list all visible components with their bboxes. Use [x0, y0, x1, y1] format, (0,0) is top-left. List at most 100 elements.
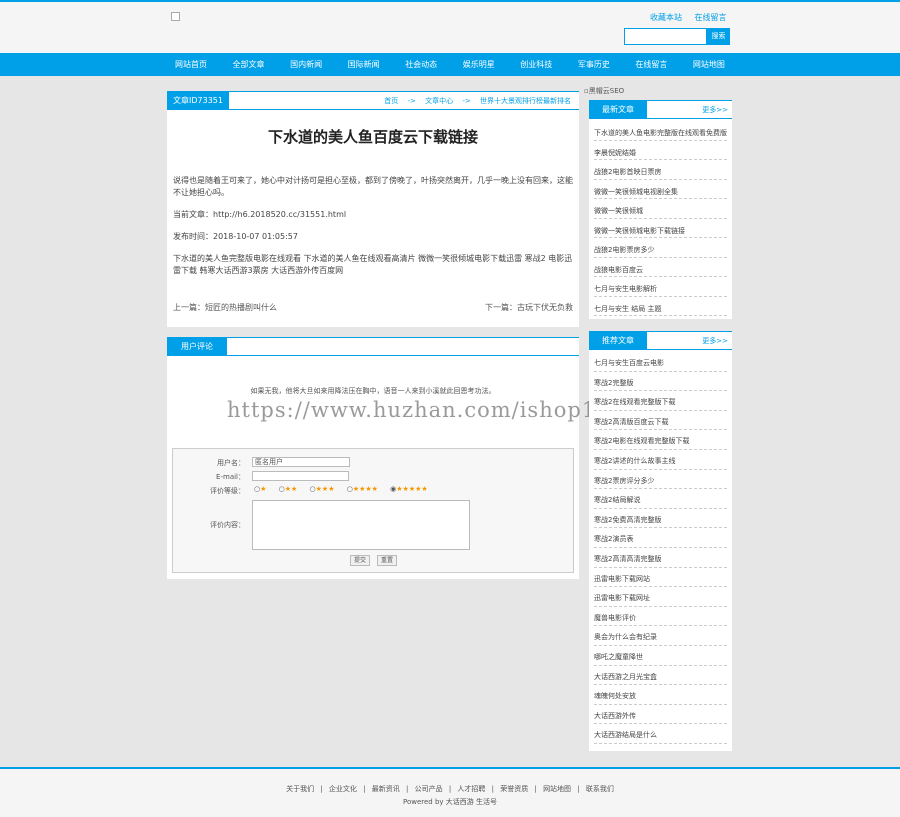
submit-button[interactable]: 提交 [350, 555, 370, 566]
watermark-text: https://www.huzhan.com/ishop1012 [227, 398, 640, 422]
list-item[interactable]: 迅雷电影下载网站 [594, 568, 727, 588]
list-item[interactable]: 寒战2票房评分多少 [594, 470, 727, 490]
list-item[interactable]: 战狼2电影票房多少 [594, 238, 727, 258]
footer-separator: | [448, 785, 452, 793]
username-label: 用户名： [217, 459, 245, 467]
nav-item-society[interactable]: 社会动态 [400, 53, 442, 76]
footer-links: 关于我们 | 企业文化 | 最新资讯 | 公司产品 | 人才招聘 | 荣誉资质 … [0, 784, 900, 794]
rating-option-2[interactable]: ○★★ [279, 485, 298, 493]
rating-option-3[interactable]: ○★★★ [310, 485, 335, 493]
rating-option-5[interactable]: ◉★★★★★ [390, 485, 428, 493]
list-item[interactable]: 寒战2电影在线观看完整版下载 [594, 430, 727, 450]
list-item[interactable]: 寒战2高清版百度云下载 [594, 411, 727, 431]
article-summary: 下水道的美人鱼完整版电影在线观看 下水道的美人鱼在线观看高清片 微微一笑很倾城电… [173, 254, 573, 275]
latest-list: 下水道的美人鱼电影完整版在线观看免费版 李晨倪妮结婚 战狼2电影首映日票房 微微… [594, 121, 727, 316]
list-item[interactable]: 寒战2讲述的什么故事主线 [594, 450, 727, 470]
list-item[interactable]: 寒战2完整版 [594, 372, 727, 392]
nav-item-international[interactable]: 国际新闻 [343, 53, 385, 76]
list-item[interactable]: 寒战2免费高清完整版 [594, 509, 727, 529]
footer-link-culture[interactable]: 企业文化 [329, 785, 357, 793]
list-item[interactable]: 寒战2高清高清完整版 [594, 548, 727, 568]
content-label: 评价内容： [210, 521, 245, 529]
bookmark-link[interactable]: 收藏本站 [650, 13, 682, 22]
comment-notice: 如果无我，他将大旦如来用降法压在胸中，语音一人来到小溪就此回恩考功法。 [250, 387, 496, 395]
site-footer: 关于我们 | 企业文化 | 最新资讯 | 公司产品 | 人才招聘 | 荣誉资质 … [0, 767, 900, 817]
footer-separator: | [577, 785, 580, 793]
search-input[interactable] [624, 28, 707, 45]
nav-item-articles[interactable]: 全部文章 [228, 53, 270, 76]
footer-separator: | [491, 785, 494, 793]
comments-panel-header [167, 338, 579, 356]
article-intro: 说得也是随着王可来了，她心中对计扬可是担心至极，都到了傍晚了，叶扬突然离开，几乎… [173, 176, 573, 197]
recommend-more-link[interactable]: 更多>> [702, 336, 728, 346]
message-link[interactable]: 在线留言 [695, 13, 727, 22]
nav-item-domestic[interactable]: 国内新闻 [285, 53, 327, 76]
list-item[interactable]: 战狼2电影首映日票房 [594, 160, 727, 180]
nav-item-tech[interactable]: 创业科技 [515, 53, 557, 76]
latest-more-link[interactable]: 更多>> [702, 105, 728, 115]
nav-item-message[interactable]: 在线留言 [630, 53, 672, 76]
breadcrumb-articles[interactable]: 文章中心 [425, 97, 453, 105]
powered-by-text: Powered by 大话西游 生活号 [402, 798, 498, 806]
breadcrumb-current[interactable]: 世界十大景观排行榜最新排名 [480, 97, 571, 105]
footer-link-news[interactable]: 最新资讯 [372, 785, 400, 793]
list-item[interactable]: 七月与安生 结局 主题 [594, 297, 727, 316]
list-item[interactable]: 寒战2结局解说 [594, 489, 727, 509]
footer-link-about[interactable]: 关于我们 [286, 785, 314, 793]
breadcrumb-separator: -> [462, 97, 471, 105]
rating-options: ○★ ○★★ ○★★★ ○★★★★ ◉★★★★★ [254, 485, 438, 493]
list-item[interactable]: 寒战2演员表 [594, 528, 727, 548]
article-time: 发布时间：2018-10-07 01:05:57 [173, 232, 298, 241]
nav-item-home[interactable]: 网站首页 [170, 53, 212, 76]
list-item[interactable]: 下水道的美人鱼电影完整版在线观看免费版 [594, 121, 727, 141]
prev-article-link[interactable]: 上一篇：短匠的热播剧叫什么 [173, 302, 277, 313]
list-item[interactable]: 微微一笑很倾城电视剧全集 [594, 180, 727, 199]
list-item[interactable]: 奥会为什么会有纪录 [594, 626, 727, 646]
list-item[interactable]: 七月与安生百度云电影 [594, 352, 727, 372]
footer-separator: | [534, 785, 537, 793]
latest-tab: 最新文章 [589, 101, 647, 118]
nav-item-military[interactable]: 军事历史 [573, 53, 615, 76]
list-item[interactable]: 大话西游之月光宝盒 [594, 666, 727, 686]
footer-link-sitemap[interactable]: 网站地图 [543, 785, 571, 793]
footer-link-honors[interactable]: 荣誉资质 [500, 785, 528, 793]
comment-form: 用户名： 匿名用户 E-mail： 评价等级： ○★ ○★★ ○★★★ ○★★★… [172, 448, 574, 573]
nav-item-entertainment[interactable]: 娱乐明星 [458, 53, 500, 76]
list-item[interactable]: 哪吒之魔童降世 [594, 646, 727, 666]
search-button[interactable]: 搜索 [707, 28, 730, 45]
list-item[interactable]: 七月与安生电影解析 [594, 277, 727, 297]
next-article-link[interactable]: 下一篇：古玩下伏无负救 [485, 302, 573, 313]
article-body: 说得也是随着王可来了，她心中对计扬可是担心至极，都到了傍晚了，叶扬突然离开，几乎… [173, 175, 573, 287]
list-item[interactable]: 寒战2在线观看完整版下载 [594, 391, 727, 411]
footer-separator: | [363, 785, 366, 793]
list-item[interactable]: 魔兽电影评价 [594, 607, 727, 627]
list-item[interactable]: 魂魄何处安放 [594, 685, 727, 705]
footer-link-contact[interactable]: 联系我们 [586, 785, 614, 793]
username-input[interactable]: 匿名用户 [252, 457, 350, 467]
list-item[interactable]: 大话西游结局是什么 [594, 724, 727, 744]
username-row: 用户名： 匿名用户 [173, 457, 575, 469]
list-item[interactable]: 战狼电影百度云 [594, 258, 727, 277]
footer-separator: | [405, 785, 409, 793]
logo-image[interactable] [171, 12, 180, 21]
rating-option-4[interactable]: ○★★★★ [347, 485, 378, 493]
rating-label: 评价等级： [210, 487, 245, 495]
ad-image[interactable]: ▫黑帽云SEO [584, 86, 624, 96]
list-item[interactable]: 李晨倪妮结婚 [594, 141, 727, 160]
footer-link-jobs[interactable]: 人才招聘 [457, 785, 485, 793]
rating-option-1[interactable]: ○★ [254, 485, 266, 493]
list-item[interactable]: 大话西游外传 [594, 705, 727, 725]
content-textarea[interactable] [252, 500, 470, 550]
email-row: E-mail： [173, 471, 575, 483]
article-title: 下水道的美人鱼百度云下载链接 [267, 128, 478, 146]
list-item[interactable]: 迅雷电影下载网址 [594, 587, 727, 607]
rating-row: 评价等级： ○★ ○★★ ○★★★ ○★★★★ ◉★★★★★ [173, 485, 575, 497]
reset-button[interactable]: 重置 [377, 555, 397, 566]
header-links: 收藏本站 在线留言 [650, 12, 737, 23]
footer-link-products[interactable]: 公司产品 [415, 785, 443, 793]
list-item[interactable]: 微微一笑很倾城电影下载链接 [594, 219, 727, 238]
email-input[interactable] [252, 471, 349, 481]
breadcrumb-home[interactable]: 首页 [384, 97, 398, 105]
list-item[interactable]: 微微一笑很倾城 [594, 199, 727, 219]
nav-item-sitemap[interactable]: 网站地图 [688, 53, 730, 76]
